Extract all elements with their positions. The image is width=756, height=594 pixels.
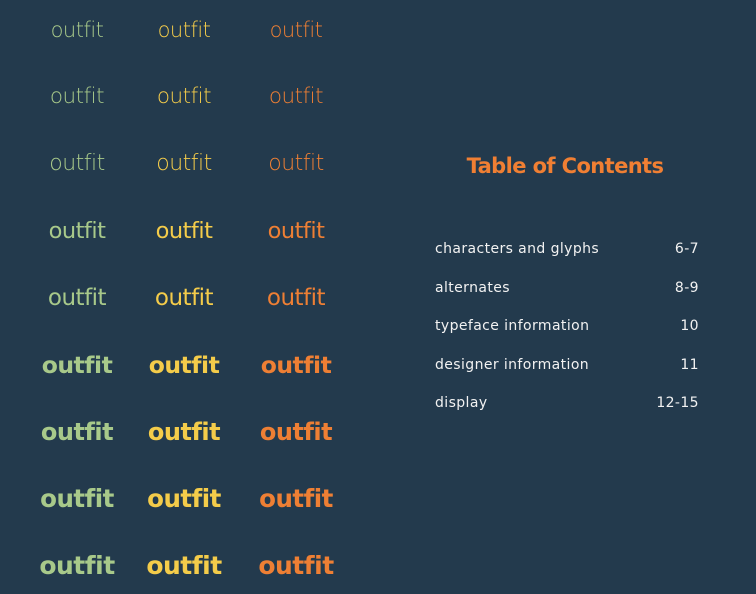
specimen-row: outfit outfit outfit: [0, 211, 370, 251]
specimen-word-green: outfit: [49, 151, 105, 176]
specimen-word-green: outfit: [47, 285, 107, 311]
specimen-row: outfit outfit outfit: [0, 412, 370, 452]
specimen-word-green: outfit: [40, 418, 114, 446]
specimen-word-orange: outfit: [269, 18, 323, 42]
specimen-row: outfit outfit outfit: [0, 278, 370, 318]
specimen-word-green: outfit: [41, 351, 113, 379]
toc-list: characters and glyphs 6-7 alternates 8-9…: [435, 238, 700, 431]
toc-item-label: alternates: [435, 279, 510, 296]
toc-item-pages: 12-15: [656, 395, 699, 411]
specimen-word-yellow: outfit: [147, 418, 221, 446]
specimen-word-orange: outfit: [260, 351, 332, 379]
toc-item: alternates 8-9: [435, 277, 700, 316]
toc-item: characters and glyphs 6-7: [435, 238, 700, 277]
specimen-word-orange: outfit: [268, 84, 324, 109]
specimen-word-orange: outfit: [266, 285, 326, 311]
specimen-word-green: outfit: [48, 218, 106, 244]
specimen-word-yellow: outfit: [148, 351, 220, 379]
toc-item-label: display: [435, 395, 488, 411]
specimen-row: outfit outfit outfit: [0, 479, 370, 519]
specimen-word-yellow: outfit: [157, 18, 211, 42]
specimen-word-orange: outfit: [259, 484, 333, 513]
page: { "specimen": { "word": "outfit", "color…: [0, 0, 756, 594]
specimen-word-yellow: outfit: [147, 484, 221, 513]
specimen-word-orange: outfit: [259, 418, 333, 446]
toc-item-pages: 8-9: [674, 279, 699, 296]
toc-item-label: typeface information: [435, 318, 590, 334]
font-weight-specimen-grid: outfit outfit outfit outfit outfit outfit outf…: [0, 0, 370, 594]
specimen-word-orange: outfit: [258, 551, 334, 580]
specimen-word-green: outfit: [40, 484, 114, 513]
specimen-row: outfit outfit outfit: [0, 77, 370, 117]
specimen-word-yellow: outfit: [154, 285, 214, 311]
toc-item-pages: 11: [680, 356, 699, 373]
toc-item: display 12-15: [435, 392, 700, 431]
specimen-word-yellow: outfit: [156, 84, 212, 109]
toc-item-pages: 6-7: [674, 241, 699, 257]
specimen-word-yellow: outfit: [156, 151, 212, 176]
specimen-row: outfit outfit outfit: [0, 10, 370, 50]
toc-item-label: designer information: [435, 356, 590, 373]
specimen-word-orange: outfit: [267, 218, 325, 244]
specimen-row: outfit outfit outfit: [0, 546, 370, 586]
toc-item-label: characters and glyphs: [435, 241, 600, 257]
specimen-word-green: outfit: [39, 551, 115, 580]
specimen-row: outfit outfit outfit: [0, 345, 370, 385]
toc-title: Table of Contents: [466, 154, 664, 178]
specimen-word-yellow: outfit: [146, 551, 222, 580]
specimen-row: outfit outfit outfit: [0, 144, 370, 184]
specimen-word-green: outfit: [50, 18, 104, 42]
specimen-word-yellow: outfit: [155, 218, 213, 244]
specimen-word-green: outfit: [49, 84, 105, 109]
toc-item: designer information 11: [435, 354, 700, 393]
toc-item-pages: 10: [680, 318, 699, 334]
specimen-word-orange: outfit: [268, 151, 324, 176]
toc-item: typeface information 10: [435, 315, 700, 354]
